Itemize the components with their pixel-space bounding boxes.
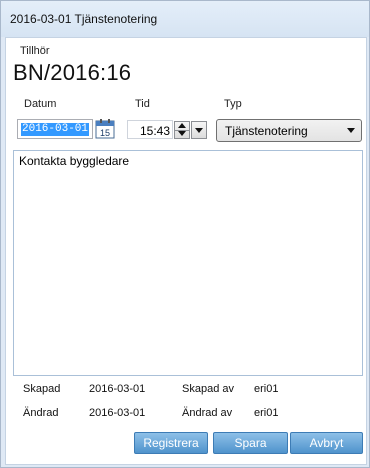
calendar-icon: 15 (95, 119, 115, 139)
date-input[interactable]: 2016-03-01 (17, 119, 93, 139)
type-select[interactable]: Tjänstenotering (216, 119, 362, 142)
dialog-window: 2016-03-01 Tjänstenotering Tillhör BN/20… (0, 0, 370, 468)
time-label: Tid (135, 98, 150, 110)
changed-date: 2016-03-01 (89, 407, 146, 419)
created-label: Skapad (23, 383, 61, 395)
cancel-button[interactable]: Avbryt (290, 432, 363, 454)
date-value: 2016-03-01 (21, 123, 90, 136)
dialog-content: Tillhör BN/2016:16 Datum Tid Typ 2016-03… (5, 37, 367, 465)
belongs-label: Tillhör (20, 45, 50, 57)
changed-label: Ändrad (23, 407, 59, 419)
date-label: Datum (24, 98, 57, 110)
type-label: Typ (224, 98, 242, 110)
type-value: Tjänstenotering (225, 124, 308, 138)
time-spinner[interactable] (174, 121, 190, 139)
title-bar[interactable]: 2016-03-01 Tjänstenotering (1, 1, 369, 37)
chevron-down-icon (347, 128, 355, 133)
changed-by: eri01 (254, 407, 279, 419)
spin-down-icon (178, 131, 186, 136)
changed-by-label: Ändrad av (182, 407, 233, 419)
notes-textarea[interactable]: Kontakta byggledare (13, 150, 363, 376)
register-button[interactable]: Registrera (134, 432, 208, 454)
time-input[interactable]: 15:43 (127, 120, 173, 139)
created-by-label: Skapad av (182, 383, 234, 395)
time-value: 15:43 (139, 124, 170, 138)
calendar-button[interactable]: 15 (93, 118, 117, 140)
calendar-day: 15 (100, 128, 110, 138)
spin-down-button[interactable] (175, 130, 189, 138)
spin-up-icon (178, 123, 186, 128)
time-dropdown-button[interactable] (191, 121, 207, 139)
save-button[interactable]: Spara (213, 432, 288, 454)
created-date: 2016-03-01 (89, 383, 146, 395)
case-id: BN/2016:16 (13, 60, 132, 85)
window-title: 2016-03-01 Tjänstenotering (10, 12, 158, 26)
created-by: eri01 (254, 383, 279, 395)
chevron-down-icon (195, 128, 203, 133)
notes-text: Kontakta byggledare (19, 154, 130, 168)
